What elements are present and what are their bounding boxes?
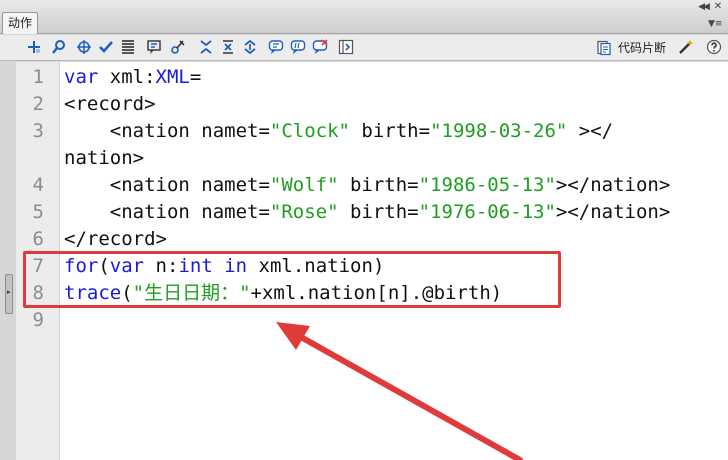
code-string: "Rose"	[269, 201, 339, 223]
line-code: <nation namet="Rose" birth="1976-06-13">…	[64, 199, 671, 226]
auto-format-icon[interactable]	[120, 39, 136, 55]
toolbox-resize-handle[interactable]: ▸	[5, 274, 13, 314]
highlight-box	[23, 251, 561, 308]
code-string: "1986-05-13"	[418, 174, 556, 196]
code-snippets-button[interactable]: 代码片断	[596, 38, 672, 58]
code-token: <nation namet=	[64, 201, 270, 223]
line-code: <nation namet="Clock" birth="1998-03-26"…	[64, 118, 613, 145]
show-hide-toolbox-icon[interactable]	[338, 39, 354, 55]
code-line[interactable]: 3 <nation namet="Clock" birth="1998-03-2…	[16, 118, 728, 145]
code-string: "1998-03-26"	[430, 120, 568, 142]
code-token: <nation namet=	[64, 120, 270, 142]
code-token: ></nation>	[555, 174, 671, 196]
actions-toolbar: 代码片断	[0, 35, 728, 61]
collapse-panel-icon[interactable]: ◀◀	[696, 2, 710, 12]
apply-block-comment-icon[interactable]	[268, 39, 284, 55]
code-token: birth=	[338, 201, 419, 223]
line-number: 6	[32, 228, 44, 250]
code-snippets-label: 代码片断	[618, 41, 667, 55]
line-number: 2	[32, 93, 44, 115]
code-token: </record>	[64, 228, 167, 250]
panel-title-bar: 动作 ◀◀ ✕ ▼≡	[0, 0, 728, 34]
remove-comment-icon[interactable]	[312, 39, 328, 55]
line-number: 4	[32, 174, 44, 196]
expand-all-icon[interactable]	[242, 39, 258, 55]
code-token: xml:	[98, 66, 156, 88]
code-token: birth=	[338, 174, 419, 196]
line-number: 1	[32, 66, 44, 88]
code-keyword: XML	[155, 66, 190, 88]
line-number: 3	[32, 120, 44, 142]
collapse-between-braces-icon[interactable]	[198, 39, 214, 55]
show-code-hint-icon[interactable]	[146, 39, 162, 55]
line-code: var xml:XML=	[64, 64, 201, 91]
code-snippets-icon	[596, 40, 612, 56]
code-token: ></nation>	[555, 201, 671, 223]
tab-actions[interactable]: 动作	[2, 12, 38, 34]
line-code: nation>	[64, 145, 144, 172]
code-token: birth=	[349, 120, 431, 142]
line-code: </record>	[64, 226, 167, 253]
code-string: "Clock"	[269, 120, 350, 142]
code-line[interactable]: nation>	[16, 145, 728, 172]
line-number: 9	[32, 309, 44, 331]
line-number: 5	[32, 201, 44, 223]
help-icon[interactable]	[706, 39, 722, 55]
code-line[interactable]: 1 var xml:XML=	[16, 64, 728, 91]
code-token: <nation namet=	[64, 174, 270, 196]
code-line[interactable]: 6 </record>	[16, 226, 728, 253]
line-code: <record>	[64, 91, 156, 118]
collapse-selection-icon[interactable]	[220, 39, 236, 55]
code-keyword: var	[64, 66, 99, 88]
close-panel-icon[interactable]: ✕	[712, 2, 724, 12]
code-line[interactable]: 2 <record>	[16, 91, 728, 118]
line-code: <nation namet="Wolf" birth="1986-05-13">…	[64, 172, 671, 199]
code-line[interactable]: 9	[16, 307, 728, 334]
insert-target-path-icon[interactable]	[76, 39, 92, 55]
find-icon[interactable]	[51, 39, 67, 55]
code-line[interactable]: 5 <nation namet="Rose" birth="1976-06-13…	[16, 199, 728, 226]
add-statement-icon[interactable]	[26, 39, 42, 55]
code-line[interactable]: 4 <nation namet="Wolf" birth="1986-05-13…	[16, 172, 728, 199]
panel-options-menu-icon[interactable]: ▼≡	[708, 18, 722, 30]
code-string: "Wolf"	[269, 174, 339, 196]
debug-options-icon[interactable]	[170, 39, 186, 55]
check-syntax-icon[interactable]	[98, 39, 114, 55]
apply-line-comment-icon[interactable]	[290, 39, 306, 55]
magic-wand-icon[interactable]	[678, 39, 694, 55]
code-token: ></	[567, 120, 614, 142]
code-token: =	[189, 66, 202, 88]
code-token: <record>	[64, 93, 156, 115]
code-token: nation>	[64, 147, 145, 169]
code-string: "1976-06-13"	[418, 201, 556, 223]
